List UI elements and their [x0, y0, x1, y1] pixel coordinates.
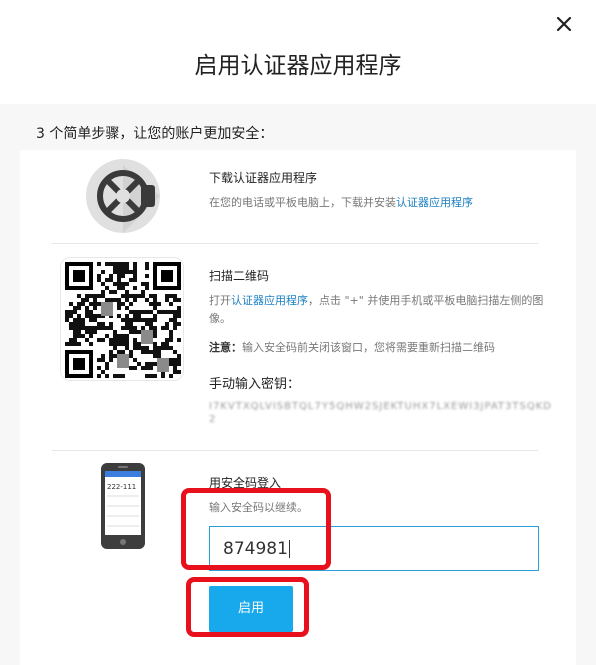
note-label: 注意： [209, 341, 242, 354]
qr-code-image [65, 262, 181, 378]
step2-note: 注意：输入安全码前关闭该窗口，您将需要重新扫描二维码 [209, 339, 495, 355]
step1-desc-text: 在您的电话或平板电脑上，下载并安装 [209, 196, 396, 209]
phone-icon: 222-111 [101, 463, 145, 549]
step2-desc-prefix: 打开 [209, 294, 231, 307]
divider [52, 450, 538, 451]
close-icon[interactable] [552, 12, 576, 36]
step1-app-link[interactable]: 认证器应用程序 [396, 196, 473, 209]
step2-title: 扫描二维码 [209, 269, 270, 283]
phone-screen-text: 222-111 [107, 483, 136, 491]
step1-title: 下载认证器应用程序 [209, 171, 318, 185]
step2-app-link[interactable]: 认证器应用程序 [231, 294, 308, 307]
note-text: 输入安全码前关闭该窗口，您将需要重新扫描二维码 [242, 341, 495, 354]
qr-code [60, 257, 184, 381]
dialog-header: 启用认证器应用程序 [0, 0, 596, 104]
step1-description: 在您的电话或平板电脑上，下载并安装认证器应用程序 [209, 194, 559, 212]
enable-authenticator-dialog: 启用认证器应用程序 3 个简单步骤，让您的账户更加安全： 下载认证器应用程序 在… [0, 0, 596, 665]
authenticator-app-icon [86, 159, 160, 233]
highlight-box-code [181, 488, 331, 570]
divider [52, 243, 538, 244]
step2-description: 打开认证器应用程序，点击 "+" 并使用手机或平板电脑扫描左侧的图像。 [209, 292, 559, 328]
secret-key[interactable]: I7KVTXQLVISBTQL7Y5QHW2SJEKTUHX7LXEWI3JPA… [209, 400, 559, 426]
dialog-title: 启用认证器应用程序 [194, 53, 402, 79]
intro-text: 3 个简单步骤，让您的账户更加安全： [36, 126, 274, 142]
manual-key-label: 手动输入密钥： [209, 377, 301, 392]
highlight-box-button [186, 577, 309, 637]
